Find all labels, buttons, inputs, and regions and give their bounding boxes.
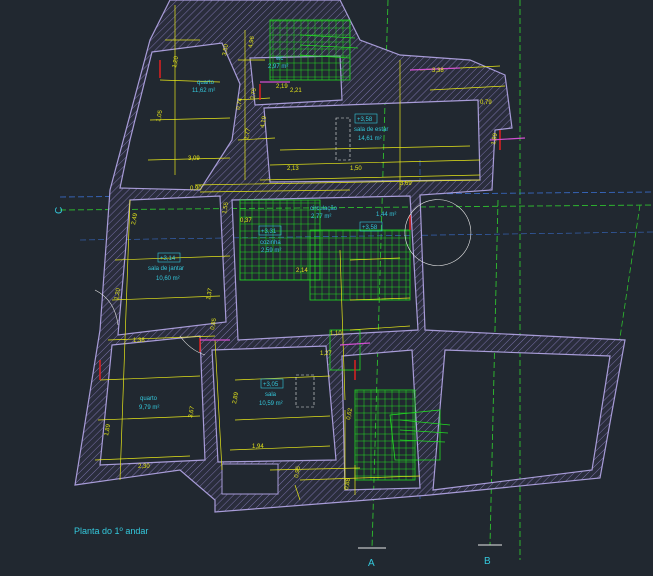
room-area: 2,77 m² [311,214,331,220]
drawing-title: Planta do 1º andar [74,526,148,536]
dim-value: 1,94 [252,444,264,450]
room-area: 14,61 m² [358,136,382,142]
grid-label-a: A [368,558,375,569]
room-name: cozinha [260,240,281,246]
grid-label-c: C [54,207,65,214]
dim-value: 3,69 [400,181,412,187]
room-name: quarto [197,80,215,86]
room-area: 11,62 m² [192,88,215,94]
room-area: 10,59 m² [259,401,283,407]
room-area: 9,79 m² [139,405,159,411]
room-area: 2,97 m² [268,64,288,70]
dim-value: 0,37 [240,218,252,224]
dim-value: 3,09 [188,156,200,162]
dim-value: 0,79 [480,100,492,106]
level-mark: +3,58 [357,117,373,123]
dim-value: 3,38 [432,68,444,74]
level-mark: +3,05 [263,382,279,388]
room-area: 10,60 m² [156,276,180,282]
dim-value: 1,10 [330,331,342,337]
dim-value: 2,19 [276,84,288,90]
room-name: wc [275,56,283,62]
room-name: sala [265,392,277,398]
room-name: sala de jantar [148,266,184,272]
room-name: quarto [140,396,158,402]
dim-value: 2,13 [287,166,299,172]
room-name: circulação [310,206,338,212]
grid-label-b: B [484,556,491,567]
level-mark: +3,14 [160,256,176,262]
room-area: 1,44 m² [376,212,396,218]
dim-value: 2,30 [138,464,150,470]
level-mark: +3,58 [362,225,378,231]
dim-value: 1,27 [320,351,332,357]
cad-floor-plan: quarto 11,62 m² wc 2,97 m² +3,58 sala de… [0,0,653,576]
room-name: sala de estar [354,127,388,133]
room-area: 2,59 m² [261,248,281,254]
dim-value: 2,21 [290,88,302,94]
dim-value: 2,14 [296,268,308,274]
dim-value: 1,38 [133,338,145,344]
dim-value: 0,90 [190,186,202,192]
dim-value: 1,50 [350,166,362,172]
level-mark: +3,31 [261,229,277,235]
